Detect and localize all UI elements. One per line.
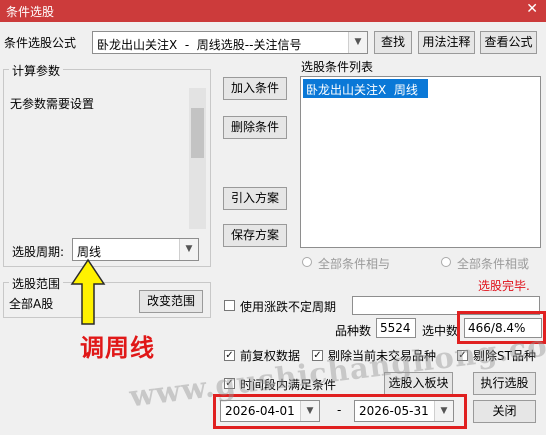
params-legend: 计算参数 — [9, 62, 64, 79]
chevron-down-icon[interactable]: ▼ — [434, 401, 453, 421]
params-scrollbar[interactable] — [189, 88, 206, 229]
scope-value: 全部A股 — [9, 297, 54, 311]
adjusted-checkbox[interactable]: ✓ — [224, 350, 235, 361]
scrollbar-thumb[interactable] — [191, 108, 204, 158]
formula-value: 卧龙出山关注X - 周线选股--关注信号 — [97, 38, 302, 52]
delete-condition-button[interactable]: 删除条件 — [223, 116, 287, 139]
view-formula-button[interactable]: 查看公式 — [480, 31, 537, 54]
annotation-arrow-icon — [70, 258, 106, 325]
unfixed-period-checkbox[interactable] — [224, 300, 235, 311]
formula-label: 条件选股公式 — [4, 36, 77, 50]
chevron-down-icon[interactable]: ▼ — [348, 32, 367, 53]
end-date-picker[interactable]: 2026-05-31 ▼ — [354, 400, 454, 422]
date-separator: - — [337, 403, 342, 417]
start-date-value: 2026-04-01 — [225, 404, 295, 418]
run-selection-button[interactable]: 执行选股 — [473, 372, 536, 395]
count-label: 品种数 — [335, 324, 372, 338]
usage-notes-button[interactable]: 用法注释 — [418, 31, 475, 54]
condition-list-label: 选股条件列表 — [301, 60, 374, 74]
radio-and[interactable] — [302, 257, 312, 267]
find-button[interactable]: 查找 — [374, 31, 412, 54]
save-scheme-button[interactable]: 保存方案 — [223, 224, 287, 247]
radio-or[interactable] — [441, 257, 451, 267]
close-icon[interactable]: ✕ — [526, 1, 538, 17]
annotation-text: 调周线 — [80, 334, 155, 362]
import-scheme-button[interactable]: 引入方案 — [223, 187, 287, 210]
formula-select[interactable]: 卧龙出山关注X - 周线选股--关注信号 ▼ — [92, 31, 368, 54]
add-condition-button[interactable]: 加入条件 — [223, 77, 287, 100]
selected-label: 选中数 — [422, 324, 459, 338]
radio-or-label: 全部条件相或 — [457, 257, 530, 271]
end-date-value: 2026-05-31 — [359, 404, 429, 418]
change-scope-button[interactable]: 改变范围 — [139, 290, 203, 313]
params-empty-text: 无参数需要设置 — [10, 97, 95, 111]
status-text: 选股完毕. — [478, 279, 530, 293]
condition-list[interactable]: 卧龙出山关注X 周线 — [300, 76, 541, 248]
scope-legend: 选股范围 — [9, 275, 64, 292]
window-title: 条件选股 — [6, 5, 55, 19]
title-bar: 条件选股 ✕ — [0, 0, 546, 22]
close-button[interactable]: 关闭 — [473, 400, 536, 423]
condition-list-item[interactable]: 卧龙出山关注X 周线 — [303, 79, 428, 98]
start-date-picker[interactable]: 2026-04-01 ▼ — [220, 400, 320, 422]
radio-and-label: 全部条件相与 — [318, 257, 391, 271]
count-value: 5524 — [376, 318, 416, 338]
chevron-down-icon[interactable]: ▼ — [179, 239, 198, 260]
period-label: 选股周期: — [12, 245, 65, 259]
unfixed-period-label: 使用涨跌不定周期 — [240, 300, 337, 314]
chevron-down-icon[interactable]: ▼ — [300, 401, 319, 421]
